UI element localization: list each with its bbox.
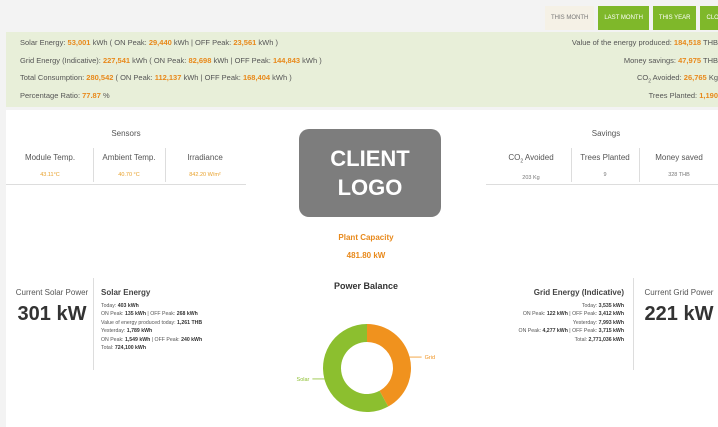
sensors-title: Sensors: [111, 129, 141, 138]
power-balance-donut: Grid Solar: [297, 324, 435, 412]
module-temp-label: Module Temp.: [24, 153, 76, 162]
grid-energy-title: Grid Energy (Indicative): [533, 288, 624, 297]
current-grid-power-label: Current Grid Power: [644, 288, 714, 297]
divider: [633, 278, 634, 370]
ambient-temp-cell: Ambient Temp. 40.70 °C: [94, 153, 164, 178]
co2-avoided-value: 203 Kg: [522, 174, 540, 181]
plant-capacity-value: 481.80 kW: [346, 251, 386, 260]
money-saved-label: Money saved: [655, 153, 703, 162]
energy-summary: Solar Energy: 53,001 kWh ( ON Peak: 29,4…: [6, 32, 718, 107]
current-solar-power-value: 301 kW: [17, 303, 87, 325]
trees-planted-value: 9: [603, 172, 607, 178]
percentage-ratio: Percentage Ratio: 77.87 %: [20, 91, 110, 100]
co2-avoided-summary: CO2 Avoided: 26,765 Kg: [636, 73, 718, 85]
divider: [93, 278, 94, 370]
solar-today: Today: 403 kWh: [101, 303, 139, 309]
savings-divider: [486, 184, 718, 185]
ambient-temp-label: Ambient Temp.: [102, 153, 156, 162]
money-saved-cell: Money saved 328 THB: [640, 153, 718, 178]
period-tabs: THIS MONTH LAST MONTH THIS YEAR CLOS: [545, 6, 718, 30]
grid-yesterday: Yesterday: 7,993 kWh: [572, 319, 624, 326]
solar-energy-title: Solar Energy: [101, 288, 151, 297]
module-temp-cell: Module Temp. 43.11°C: [6, 153, 94, 178]
grid-today-peaks: ON Peak: 122 kWh | OFF Peak: 3,412 kWh: [522, 311, 624, 318]
power-balance-title: Power Balance: [333, 281, 399, 291]
solar-energy-details: Today: 403 kWh ON Peak: 135 kWh | OFF Pe…: [101, 302, 202, 352]
module-temp-value: 43.11°C: [40, 172, 60, 178]
money-saved-value: 328 THB: [668, 172, 690, 178]
trees-planted-summary: Trees Planted: 1,190: [648, 91, 718, 100]
plant-capacity-label: Plant Capacity: [338, 233, 394, 242]
grid-yesterday-peaks: ON Peak: 4,277 kWh | OFF Peak: 3,715 kWh: [518, 328, 624, 335]
solar-today-peaks: ON Peak: 135 kWh | OFF Peak: 268 kWh: [101, 311, 198, 318]
irradiance-value: 842.20 W/m²: [189, 172, 221, 178]
trees-planted-cell: Trees Planted 9: [572, 153, 638, 178]
co2-avoided-cell: CO2 Avoided 203 Kg: [492, 153, 570, 181]
irradiance-cell: Irradiance 842.20 W/m²: [166, 153, 244, 178]
tab-close[interactable]: CLOS: [700, 6, 718, 30]
tab-this-month[interactable]: THIS MONTH: [545, 6, 595, 30]
tab-this-year[interactable]: THIS YEAR: [652, 6, 697, 30]
total-consumption-summary: Total Consumption: 280,542 ( ON Peak: 11…: [20, 73, 292, 82]
trees-planted-label: Trees Planted: [580, 153, 630, 162]
co2-avoided-label: CO2 Avoided: [508, 153, 554, 165]
solar-yesterday: Yesterday: 1,789 kWh: [101, 328, 153, 335]
ambient-temp-value: 40.70 °C: [118, 172, 140, 178]
tab-last-month[interactable]: LAST MONTH: [598, 6, 649, 30]
solar-total: Total: 724,100 kWh: [101, 345, 146, 352]
value-produced: Value of the energy produced: 184,518 TH…: [571, 38, 718, 47]
savings-title: Savings: [591, 129, 621, 138]
money-savings: Money savings: 47,975 THB: [623, 56, 718, 65]
grid-energy-details: Today: 3,535 kWh ON Peak: 122 kWh | OFF …: [480, 302, 624, 344]
irradiance-label: Irradiance: [187, 153, 223, 162]
current-solar-power-label: Current Solar Power: [15, 288, 89, 297]
grid-today: Today: 3,535 kWh: [581, 303, 624, 309]
grid-energy-summary: Grid Energy (Indicative): 227,541 kWh ( …: [20, 56, 322, 65]
client-logo: CLIENT LOGO: [299, 129, 441, 217]
logo-line-2: LOGO: [337, 175, 403, 200]
logo-line-1: CLIENT: [330, 146, 410, 171]
donut-label-solar: Solar: [297, 377, 310, 383]
sensors-divider: [6, 184, 246, 185]
current-grid-power-value: 221 kW: [644, 303, 714, 325]
donut-label-grid: Grid: [425, 355, 435, 361]
solar-energy-summary: Solar Energy: 53,001 kWh ( ON Peak: 29,4…: [20, 38, 278, 47]
solar-value-today: Value of energy produced today: 1,261 TH…: [101, 319, 203, 326]
grid-total: Total: 2,771,036 kWh: [574, 336, 624, 343]
solar-yesterday-peaks: ON Peak: 1,549 kWh | OFF Peak: 240 kWh: [101, 336, 203, 343]
